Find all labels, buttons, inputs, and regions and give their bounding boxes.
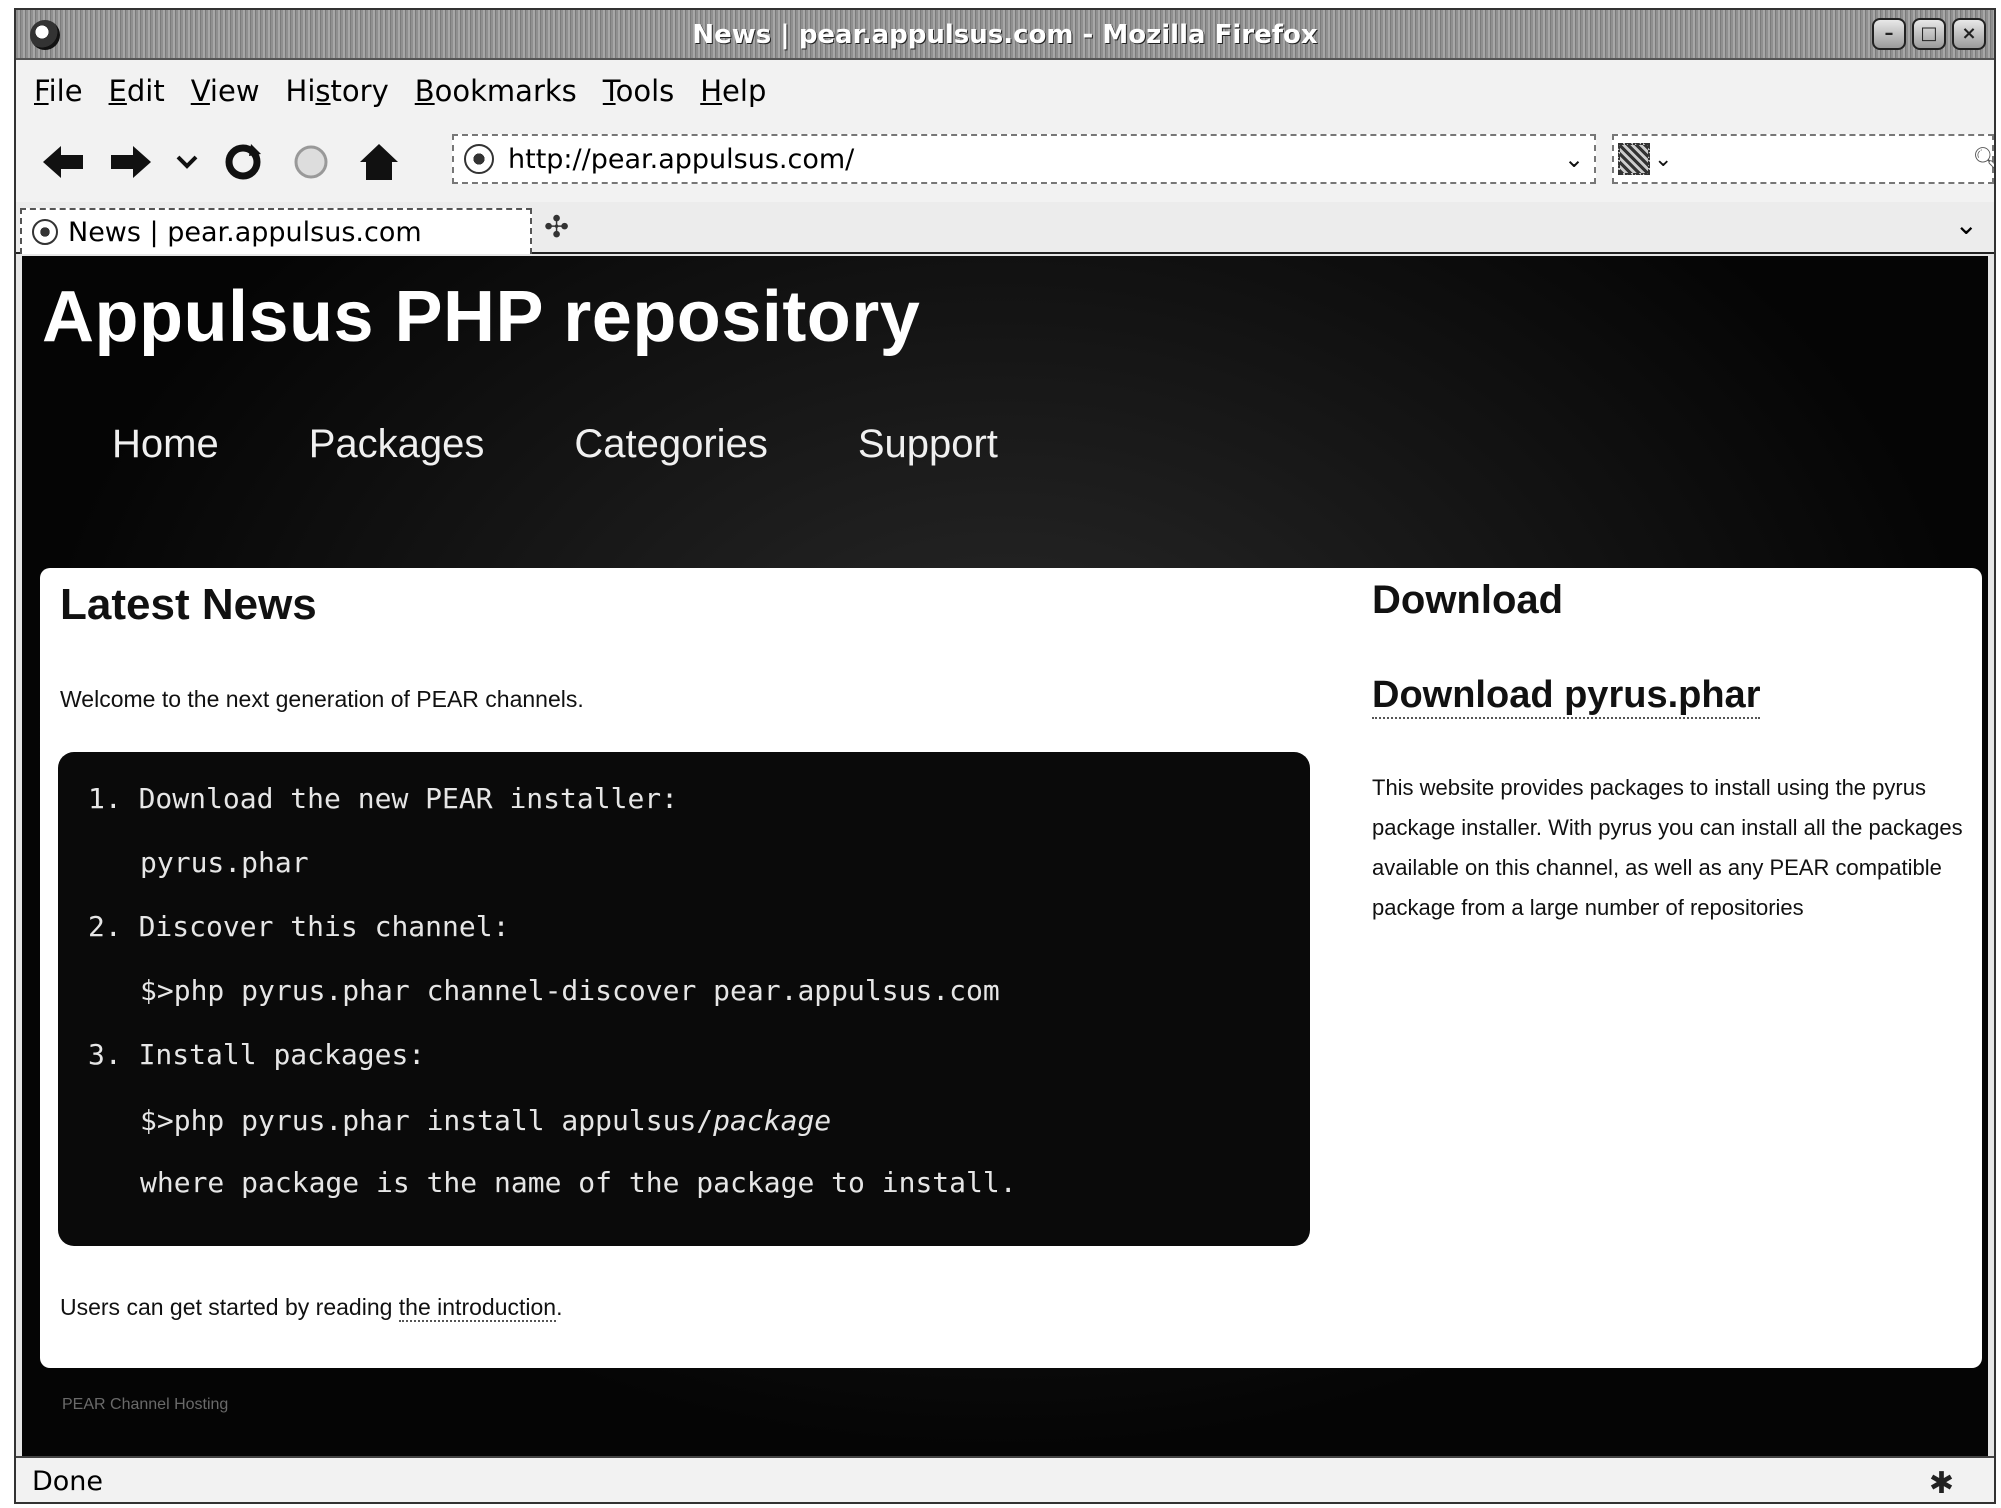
menu-history-label: tory [330, 74, 389, 108]
tab-list-chevron-icon[interactable]: ⌄ [1955, 208, 1978, 241]
nav-link-categories[interactable]: Categories [574, 422, 767, 467]
menu-file-label: ile [48, 74, 83, 108]
footer-text: PEAR Channel Hosting [62, 1396, 229, 1413]
menu-view-label: iew [209, 74, 260, 108]
minimize-button[interactable]: – [1872, 18, 1906, 50]
status-bar: Done ✱ [16, 1456, 1994, 1502]
maximize-button[interactable]: □ [1912, 18, 1946, 50]
install-instructions-box: 1. Download the new PEAR installer: pyru… [58, 752, 1310, 1246]
step-text: Install packages: [138, 1038, 426, 1071]
news-heading: Latest News [60, 580, 317, 629]
reload-button[interactable] [216, 135, 270, 189]
menu-edit[interactable]: Edit [109, 74, 165, 108]
step-3-command: $>php pyrus.phar install appulsus/packag… [140, 1104, 831, 1137]
menu-tools[interactable]: Tools [603, 74, 674, 108]
history-dropdown-button[interactable] [172, 135, 202, 189]
reload-icon [225, 144, 261, 180]
step-text: Discover this channel: [138, 910, 510, 943]
menu-history-part1: Hi [285, 74, 316, 108]
menu-file-accel: F [34, 74, 49, 108]
nav-link-packages[interactable]: Packages [309, 422, 485, 467]
step-number: 1. [88, 782, 122, 815]
search-engine-selector[interactable]: ⌄ [1618, 139, 1672, 179]
step-number: 3. [88, 1038, 122, 1071]
chevron-down-icon: ⌄ [1654, 146, 1673, 172]
nav-link-support[interactable]: Support [858, 422, 998, 467]
step-number: 2. [88, 910, 122, 943]
close-button[interactable]: × [1952, 18, 1986, 50]
tab-news[interactable]: News | pear.appulsus.com [20, 208, 532, 254]
menu-edit-accel: E [108, 74, 127, 108]
url-text[interactable]: http://pear.appulsus.com/ [508, 144, 1554, 175]
tab-favicon-icon [32, 219, 58, 245]
page-viewport: Appulsus PHP repository Home Packages Ca… [22, 256, 1988, 1456]
home-icon [360, 144, 398, 180]
site-nav: Home Packages Categories Support [112, 422, 998, 467]
download-heading: Download [1372, 578, 1564, 622]
browser-window: News | pear.appulsus.com - Mozilla Firef… [14, 8, 1996, 1504]
menu-history-accel: s [315, 74, 331, 108]
menu-bookmarks[interactable]: Bookmarks [415, 74, 577, 108]
chevron-down-icon [176, 155, 198, 169]
introduction-link[interactable]: the introduction [398, 1294, 557, 1322]
menu-tools-accel: T [602, 74, 616, 108]
step-1-command[interactable]: pyrus.phar [140, 846, 309, 879]
forward-arrow-icon [111, 146, 151, 178]
step-1: 1. Download the new PEAR installer: [88, 782, 678, 815]
stop-button[interactable] [284, 135, 338, 189]
menu-bar: File Edit View History Bookmarks Tools H… [16, 60, 1994, 122]
stop-icon [294, 145, 328, 179]
menu-view-accel: V [190, 74, 210, 108]
window-title: News | pear.appulsus.com - Mozilla Firef… [692, 20, 1318, 50]
search-magnifier-icon[interactable]: 🔍︎ [1972, 147, 1994, 172]
step-3-note: where package is the name of the package… [140, 1166, 1017, 1199]
menu-bookmarks-label: ookmarks [434, 74, 577, 108]
step-3: 3. Install packages: [88, 1038, 425, 1071]
content-panel: Latest News Welcome to the next generati… [40, 568, 1982, 1368]
search-engine-logo-icon [1618, 143, 1650, 175]
intro-prefix: Users can get started by reading [60, 1294, 399, 1320]
status-text: Done [32, 1465, 104, 1497]
menu-bookmarks-accel: B [414, 74, 435, 108]
step-2-command: $>php pyrus.phar channel-discover pear.a… [140, 974, 1000, 1007]
title-bar: News | pear.appulsus.com - Mozilla Firef… [16, 10, 1994, 60]
url-dropdown-icon[interactable]: ⌄ [1554, 145, 1594, 173]
back-arrow-icon [43, 146, 83, 178]
welcome-text: Welcome to the next generation of PEAR c… [60, 686, 584, 712]
search-bar[interactable]: ⌄ 🔍︎ [1612, 134, 1994, 184]
address-bar[interactable]: http://pear.appulsus.com/ ⌄ [452, 134, 1596, 184]
forward-button[interactable] [104, 135, 158, 189]
navigation-toolbar: http://pear.appulsus.com/ ⌄ ⌄ 🔍︎ [16, 122, 1994, 202]
menu-help-label: elp [722, 74, 767, 108]
tab-bar: News | pear.appulsus.com ✣ ⌄ [16, 202, 1994, 254]
window-controls: – □ × [1872, 18, 1986, 50]
step-text: Download the new PEAR installer: [138, 782, 679, 815]
new-tab-icon[interactable]: ✣ [544, 210, 569, 245]
search-input[interactable] [1672, 145, 1973, 173]
site-identity-icon[interactable] [464, 144, 494, 174]
menu-help[interactable]: Help [700, 74, 766, 108]
menu-file[interactable]: File [34, 74, 83, 108]
menu-history[interactable]: History [286, 74, 389, 108]
intro-suffix: . [556, 1294, 563, 1320]
download-description: This website provides packages to instal… [1372, 775, 1963, 920]
command-prefix: $>php pyrus.phar install appulsus/ [140, 1104, 714, 1137]
home-button[interactable] [352, 135, 406, 189]
status-activity-icon: ✱ [1928, 1466, 1954, 1501]
tab-label: News | pear.appulsus.com [68, 216, 422, 248]
menu-view[interactable]: View [191, 74, 260, 108]
menu-tools-label: ools [615, 74, 675, 108]
intro-text: Users can get started by reading the int… [60, 1294, 563, 1322]
command-placeholder: package [713, 1104, 832, 1137]
back-button[interactable] [36, 135, 90, 189]
menu-help-accel: H [700, 74, 723, 108]
site-title: Appulsus PHP repository [42, 277, 921, 357]
menu-edit-label: dit [126, 74, 165, 108]
download-pyrus-link[interactable]: Download pyrus.phar [1372, 674, 1761, 719]
nav-link-home[interactable]: Home [112, 422, 219, 467]
step-2: 2. Discover this channel: [88, 910, 509, 943]
